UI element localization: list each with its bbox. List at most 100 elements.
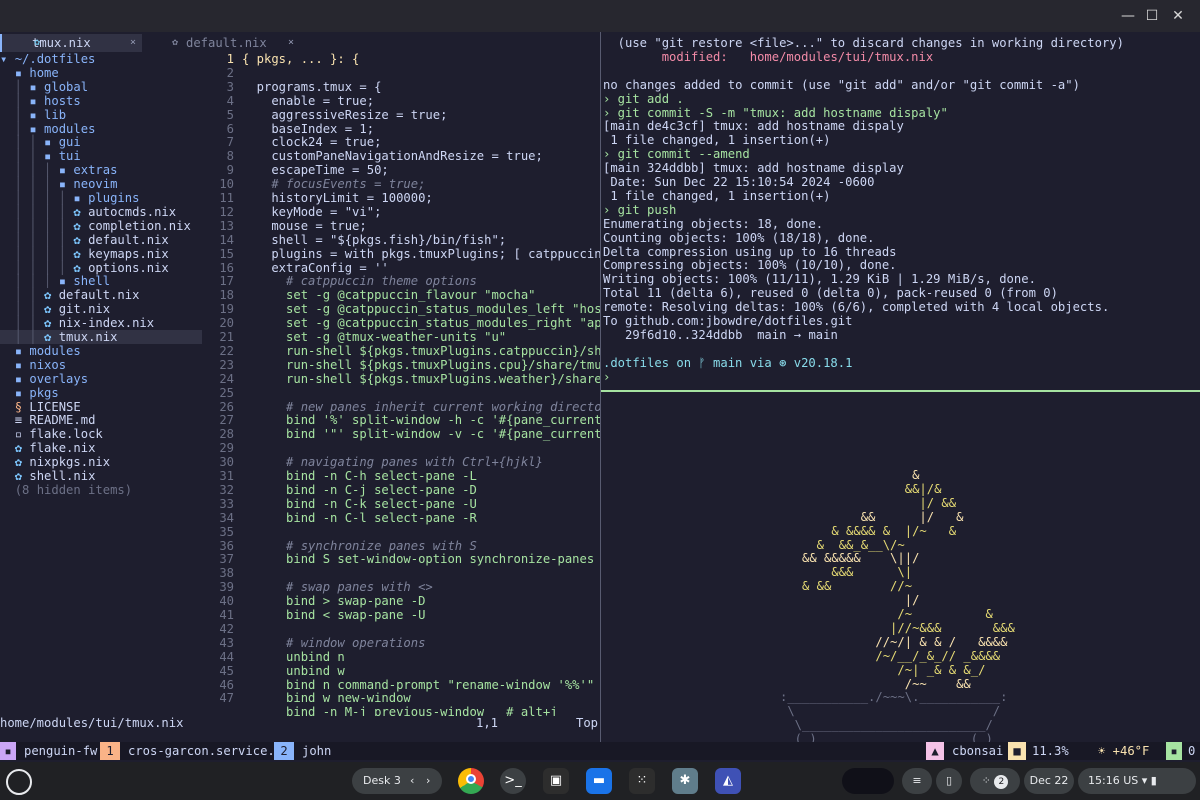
tree-file[interactable]: │ │ │ │ ✿ autocmds.nix: [0, 205, 202, 219]
date-button[interactable]: Dec 22: [1024, 768, 1074, 794]
files-icon[interactable]: ▬: [586, 768, 612, 794]
tree-folder[interactable]: ▪ nixos: [0, 358, 202, 372]
code-line[interactable]: 22 run-shell ${pkgs.tmuxPlugins.catppucc…: [202, 344, 600, 358]
desk-switcher[interactable]: Desk 3 ‹ ›: [352, 768, 442, 794]
code-line[interactable]: 34 bind -n C-l select-pane -R: [202, 511, 600, 525]
pane-divider[interactable]: [600, 390, 601, 742]
tree-folder[interactable]: │ ▪ hosts: [0, 94, 202, 108]
code-line[interactable]: 42: [202, 622, 600, 636]
pane-divider[interactable]: [600, 32, 601, 390]
tree-folder[interactable]: ▪ home: [0, 66, 202, 80]
tab-default-nix[interactable]: ✿ default.nix ×: [150, 34, 300, 52]
terminal-icon[interactable]: >_: [500, 768, 526, 794]
code-line[interactable]: 37 bind S set-window-option synchronize-…: [202, 552, 600, 566]
tree-file[interactable]: ✿ nixpkgs.nix: [0, 455, 202, 469]
window-2-index[interactable]: 2: [274, 742, 294, 760]
tree-folder[interactable]: │ ▪ modules: [0, 122, 202, 136]
tree-file[interactable]: │ │ │ │ ✿ completion.nix: [0, 219, 202, 233]
code-line[interactable]: 38: [202, 566, 600, 580]
tree-folder[interactable]: ▪ modules: [0, 344, 202, 358]
tree-file[interactable]: ✿ shell.nix: [0, 469, 202, 483]
code-line[interactable]: 35: [202, 525, 600, 539]
code-line[interactable]: 23 run-shell ${pkgs.tmuxPlugins.cpu}/sha…: [202, 358, 600, 372]
code-line[interactable]: 39 # swap panes with <>: [202, 580, 600, 594]
tree-folder[interactable]: │ │ ▪ tui: [0, 149, 202, 163]
tree-file[interactable]: § LICENSE: [0, 400, 202, 414]
minimize-icon[interactable]: —: [1118, 6, 1138, 26]
tree-file[interactable]: │ │ ✿ default.nix: [0, 288, 202, 302]
code-line[interactable]: 45 unbind w: [202, 664, 600, 678]
code-line[interactable]: 41 bind < swap-pane -U: [202, 608, 600, 622]
tab-close-icon[interactable]: ×: [130, 34, 136, 52]
tree-folder[interactable]: │ ▪ lib: [0, 108, 202, 122]
code-line[interactable]: 4 enable = true;: [202, 94, 600, 108]
code-editor[interactable]: 1{ pkgs, ... }: {2 3 programs.tmux = {4 e…: [202, 52, 600, 716]
tree-folder[interactable]: ▾ ~/.dotfiles: [0, 52, 202, 66]
tree-folder[interactable]: │ │ │ │ ▪ plugins: [0, 191, 202, 205]
code-line[interactable]: 29: [202, 441, 600, 455]
tree-folder[interactable]: │ │ │ ▪ neovim: [0, 177, 202, 191]
code-line[interactable]: 47 bind w new-window: [202, 691, 600, 705]
code-line[interactable]: 6 baseIndex = 1;: [202, 122, 600, 136]
pane-divider-active[interactable]: [601, 390, 1200, 392]
tree-folder[interactable]: ▪ pkgs: [0, 386, 202, 400]
phone-icon[interactable]: ▯: [936, 768, 962, 794]
code-line[interactable]: 19 set -g @catppuccin_status_modules_lef…: [202, 302, 600, 316]
penguin-app-icon[interactable]: ▣: [543, 768, 569, 794]
code-line[interactable]: 7 clock24 = true;: [202, 135, 600, 149]
tab-close-icon[interactable]: ×: [288, 34, 294, 52]
file-tree[interactable]: ▾ ~/.dotfiles ▪ home │ ▪ global │ ▪ host…: [0, 52, 202, 716]
code-line[interactable]: 11 historyLimit = 100000;: [202, 191, 600, 205]
code-line[interactable]: 28 bind '"' split-window -v -c '#{pane_c…: [202, 427, 600, 441]
code-line[interactable]: 8 customPaneNavigationAndResize = true;: [202, 149, 600, 163]
nvim-pane[interactable]: ✿ tmux.nix × ✿ default.nix × ▾ ~/.dotfil…: [0, 32, 600, 742]
code-line[interactable]: bind -n M-j previous-window # alt+j: [202, 705, 600, 716]
tree-file[interactable]: ▫ flake.lock: [0, 427, 202, 441]
code-line[interactable]: 2: [202, 66, 600, 80]
code-line[interactable]: 17 # catppuccin theme options: [202, 274, 600, 288]
window-1-index[interactable]: 1: [100, 742, 120, 760]
status-tray[interactable]: 15:16 US ▾ ▮: [1078, 768, 1196, 794]
tree-file[interactable]: │ │ │ │ ✿ default.nix: [0, 233, 202, 247]
code-line[interactable]: 33 bind -n C-k select-pane -U: [202, 497, 600, 511]
code-line[interactable]: 25: [202, 386, 600, 400]
launcher-button[interactable]: [6, 769, 32, 795]
code-line[interactable]: 46 bind n command-prompt "rename-window …: [202, 678, 600, 692]
code-line[interactable]: 26 # new panes inherit current working d…: [202, 400, 600, 414]
gallery-icon[interactable]: ◭: [715, 768, 741, 794]
code-line[interactable]: 1 { pkgs, ... }: {: [202, 52, 600, 66]
tree-folder[interactable]: │ │ │ ▪ extras: [0, 163, 202, 177]
code-line[interactable]: 3 programs.tmux = {: [202, 80, 600, 94]
code-line[interactable]: 15 plugins = with pkgs.tmuxPlugins; [ ca…: [202, 247, 600, 261]
code-line[interactable]: 10 # focusEvents = true;: [202, 177, 600, 191]
code-line[interactable]: 20 set -g @catppuccin_status_modules_rig…: [202, 316, 600, 330]
code-line[interactable]: 13 mouse = true;: [202, 219, 600, 233]
code-line[interactable]: 40 bind > swap-pane -D: [202, 594, 600, 608]
apps-grid-icon[interactable]: ⁙: [629, 768, 655, 794]
chrome-icon[interactable]: [458, 768, 484, 794]
shell-pane[interactable]: (use "git restore <file>..." to discard …: [603, 36, 1200, 388]
code-line[interactable]: 32 bind -n C-j select-pane -D: [202, 483, 600, 497]
tab-tmux-nix[interactable]: ✿ tmux.nix ×: [0, 34, 142, 52]
tree-folder[interactable]: ▪ overlays: [0, 372, 202, 386]
tree-file[interactable]: │ │ │ │ ✿ keymaps.nix: [0, 247, 202, 261]
close-icon[interactable]: ✕: [1168, 6, 1188, 26]
tree-folder[interactable]: │ ▪ global: [0, 80, 202, 94]
code-line[interactable]: 27 bind '%' split-window -h -c '#{pane_c…: [202, 413, 600, 427]
code-line[interactable]: 18 set -g @catppuccin_flavour "mocha": [202, 288, 600, 302]
code-line[interactable]: 16 extraConfig = '': [202, 261, 600, 275]
code-line[interactable]: 30 # navigating panes with Ctrl+{hjkl}: [202, 455, 600, 469]
settings-app-icon[interactable]: ✱: [672, 768, 698, 794]
tree-file[interactable]: │ │ ✿ nix-index.nix: [0, 316, 202, 330]
code-line[interactable]: 21 set -g @tmux-weather-units "u": [202, 330, 600, 344]
code-line[interactable]: 43 # window operations: [202, 636, 600, 650]
tree-hidden-count[interactable]: (8 hidden items): [0, 483, 202, 497]
tree-folder[interactable]: │ │ │ ▪ shell: [0, 274, 202, 288]
media-thumbnail[interactable]: [842, 768, 894, 794]
code-line[interactable]: 12 keyMode = "vi";: [202, 205, 600, 219]
code-line[interactable]: 36 # synchronize panes with S: [202, 539, 600, 553]
code-line[interactable]: 44 unbind n: [202, 650, 600, 664]
tree-folder[interactable]: │ │ ▪ gui: [0, 135, 202, 149]
tree-file[interactable]: │ │ ✿ tmux.nix: [0, 330, 202, 344]
tree-file[interactable]: ≡ README.md: [0, 413, 202, 427]
